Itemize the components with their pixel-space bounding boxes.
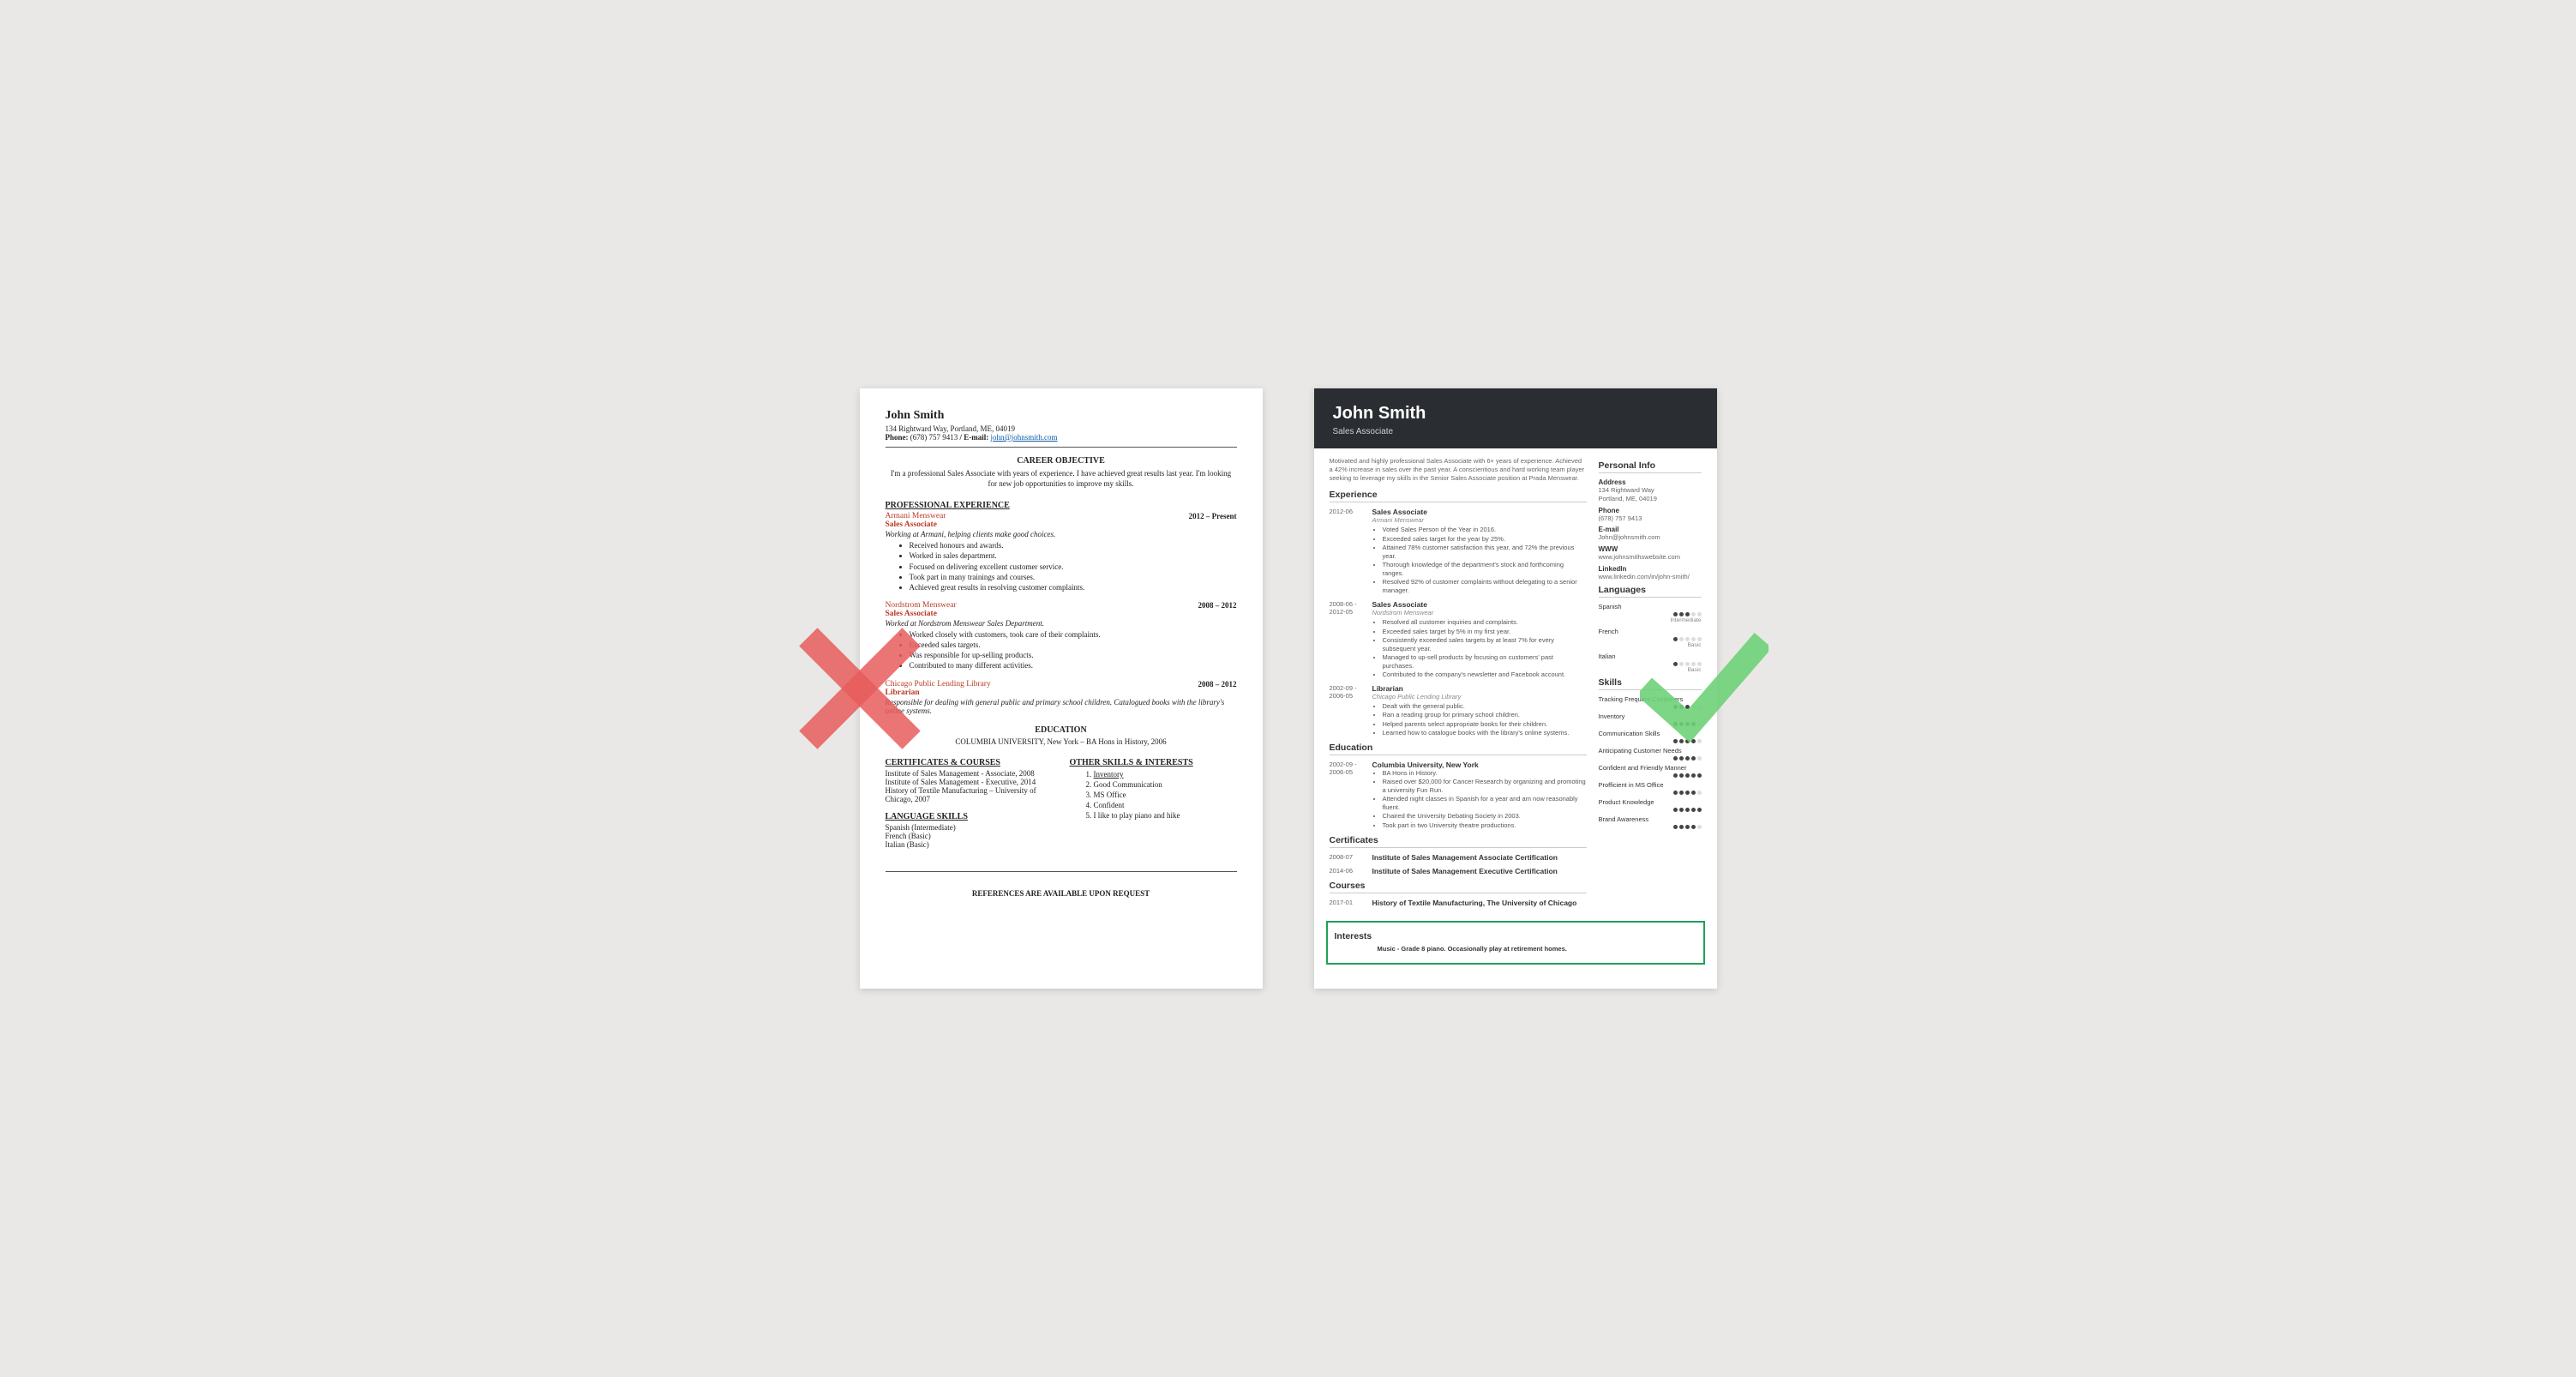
lang-title: LANGUAGE SKILLS bbox=[886, 812, 1053, 821]
objective-title: CAREER OBJECTIVE bbox=[886, 456, 1237, 466]
entry: 2002-09 - 2006-05LibrarianChicago Public… bbox=[1330, 684, 1587, 737]
comparison-stage: John Smith 134 Rightward Way, Portland, … bbox=[860, 388, 1717, 989]
edu-title: EDUCATION bbox=[886, 725, 1237, 735]
interests-text: Music - Grade 8 piano. Occasionally play… bbox=[1378, 945, 1567, 953]
right-role: Sales Associate bbox=[1333, 427, 1698, 436]
sh-personal: Personal Info bbox=[1599, 460, 1702, 473]
sh-certificates: Certificates bbox=[1330, 835, 1587, 848]
exp-title: PROFESSIONAL EXPERIENCE bbox=[886, 501, 1237, 510]
left-address: 134 Rightward Way, Portland, ME, 04019 bbox=[886, 424, 1237, 433]
left-name: John Smith bbox=[886, 409, 1237, 423]
right-header: John Smith Sales Associate bbox=[1314, 388, 1717, 448]
sh-languages: Languages bbox=[1599, 585, 1702, 598]
good-resume: John Smith Sales Associate Motivated and… bbox=[1314, 388, 1717, 989]
interests-highlight: Interests Music - Grade 8 piano. Occasio… bbox=[1326, 921, 1705, 965]
certs-title: CERTIFICATES & COURSES bbox=[886, 758, 1053, 767]
x-mark-icon bbox=[800, 628, 920, 749]
entry: 2008-07Institute of Sales Management Ass… bbox=[1330, 853, 1587, 862]
entry: 2017-01History of Textile Manufacturing,… bbox=[1330, 899, 1587, 907]
summary: Motivated and highly professional Sales … bbox=[1330, 457, 1587, 483]
check-mark-icon bbox=[1640, 623, 1768, 754]
entry: 2008-06 - 2012-05Sales AssociateNordstro… bbox=[1330, 600, 1587, 679]
sh-education: Education bbox=[1330, 743, 1587, 755]
edu-line: COLUMBIA UNIVERSITY, New York – BA Hons … bbox=[886, 737, 1237, 746]
entry: 2012-06Sales AssociateArmani MenswearVot… bbox=[1330, 508, 1587, 595]
entry: 2014-06Institute of Sales Management Exe… bbox=[1330, 867, 1587, 875]
objective-text: I'm a professional Sales Associate with … bbox=[886, 468, 1237, 489]
right-name: John Smith bbox=[1333, 404, 1698, 424]
other-title: OTHER SKILLS & INTERESTS bbox=[1070, 758, 1237, 767]
sh-courses: Courses bbox=[1330, 881, 1587, 893]
left-email-link[interactable]: john@johnsmith.com bbox=[991, 433, 1058, 442]
left-footer: REFERENCES ARE AVAILABLE UPON REQUEST bbox=[886, 889, 1237, 898]
sh-experience: Experience bbox=[1330, 490, 1587, 502]
bad-resume: John Smith 134 Rightward Way, Portland, … bbox=[860, 388, 1263, 989]
entry: 2002-09 - 2006-05Columbia University, Ne… bbox=[1330, 761, 1587, 830]
sh-interests: Interests bbox=[1335, 931, 1696, 943]
left-contact: Phone: (678) 757 9413 / E-mail: john@joh… bbox=[886, 433, 1237, 442]
